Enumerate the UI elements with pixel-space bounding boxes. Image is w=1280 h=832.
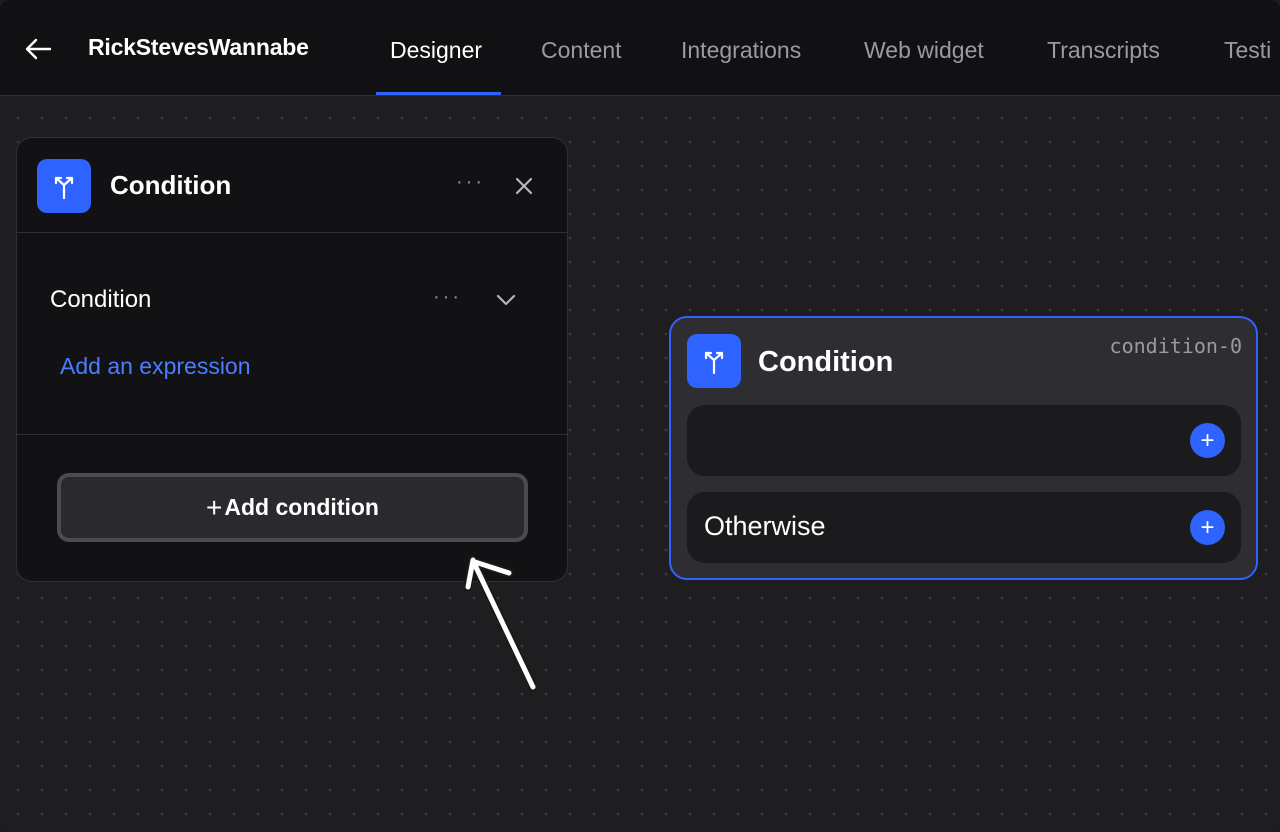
condition-more-button[interactable]: ··· [433,286,462,309]
back-button[interactable] [22,34,54,64]
app-title: RickStevesWannabe [88,34,309,60]
top-bar: RickStevesWannabe Designer Content Integ… [0,0,1280,96]
add-condition-label: Add condition [224,494,379,520]
arrow-left-icon [25,38,52,60]
split-branch-icon [37,159,91,213]
app-window: RickStevesWannabe Designer Content Integ… [0,0,1280,832]
collapse-button[interactable] [495,290,517,310]
node-title: Condition [758,346,894,378]
node-id: condition-0 [1109,334,1242,358]
condition-section-label: Condition [50,286,152,313]
otherwise-label: Otherwise [704,511,826,541]
condition-branch: + [687,405,1241,476]
tab-testing[interactable]: Testi [1224,37,1271,64]
condition-section: Condition ··· Add an expression [17,234,567,435]
condition-properties-panel: Condition ··· Condition ··· Add an expre… [16,137,568,582]
panel-header: Condition ··· [17,138,567,233]
add-otherwise-step-button[interactable]: + [1190,510,1225,545]
panel-more-button[interactable]: ··· [456,171,485,194]
add-branch-step-button[interactable]: + [1190,423,1225,458]
tab-content[interactable]: Content [541,37,622,64]
close-icon [515,177,533,195]
tab-web-widget[interactable]: Web widget [864,37,984,64]
tab-integrations[interactable]: Integrations [681,37,801,64]
active-tab-indicator [376,92,501,95]
annotation-arrow-icon [463,555,538,692]
close-button[interactable] [512,174,536,198]
tab-transcripts[interactable]: Transcripts [1047,37,1160,64]
condition-node[interactable]: Condition condition-0 + Otherwise + [669,316,1258,580]
chevron-down-icon [496,294,516,306]
split-branch-icon [687,334,741,388]
panel-title: Condition [110,170,232,200]
tab-designer[interactable]: Designer [390,37,482,64]
plus-icon: + [206,491,223,523]
add-condition-button[interactable]: + Add condition [57,473,528,542]
add-expression-link[interactable]: Add an expression [60,353,251,380]
otherwise-branch: Otherwise + [687,492,1241,563]
